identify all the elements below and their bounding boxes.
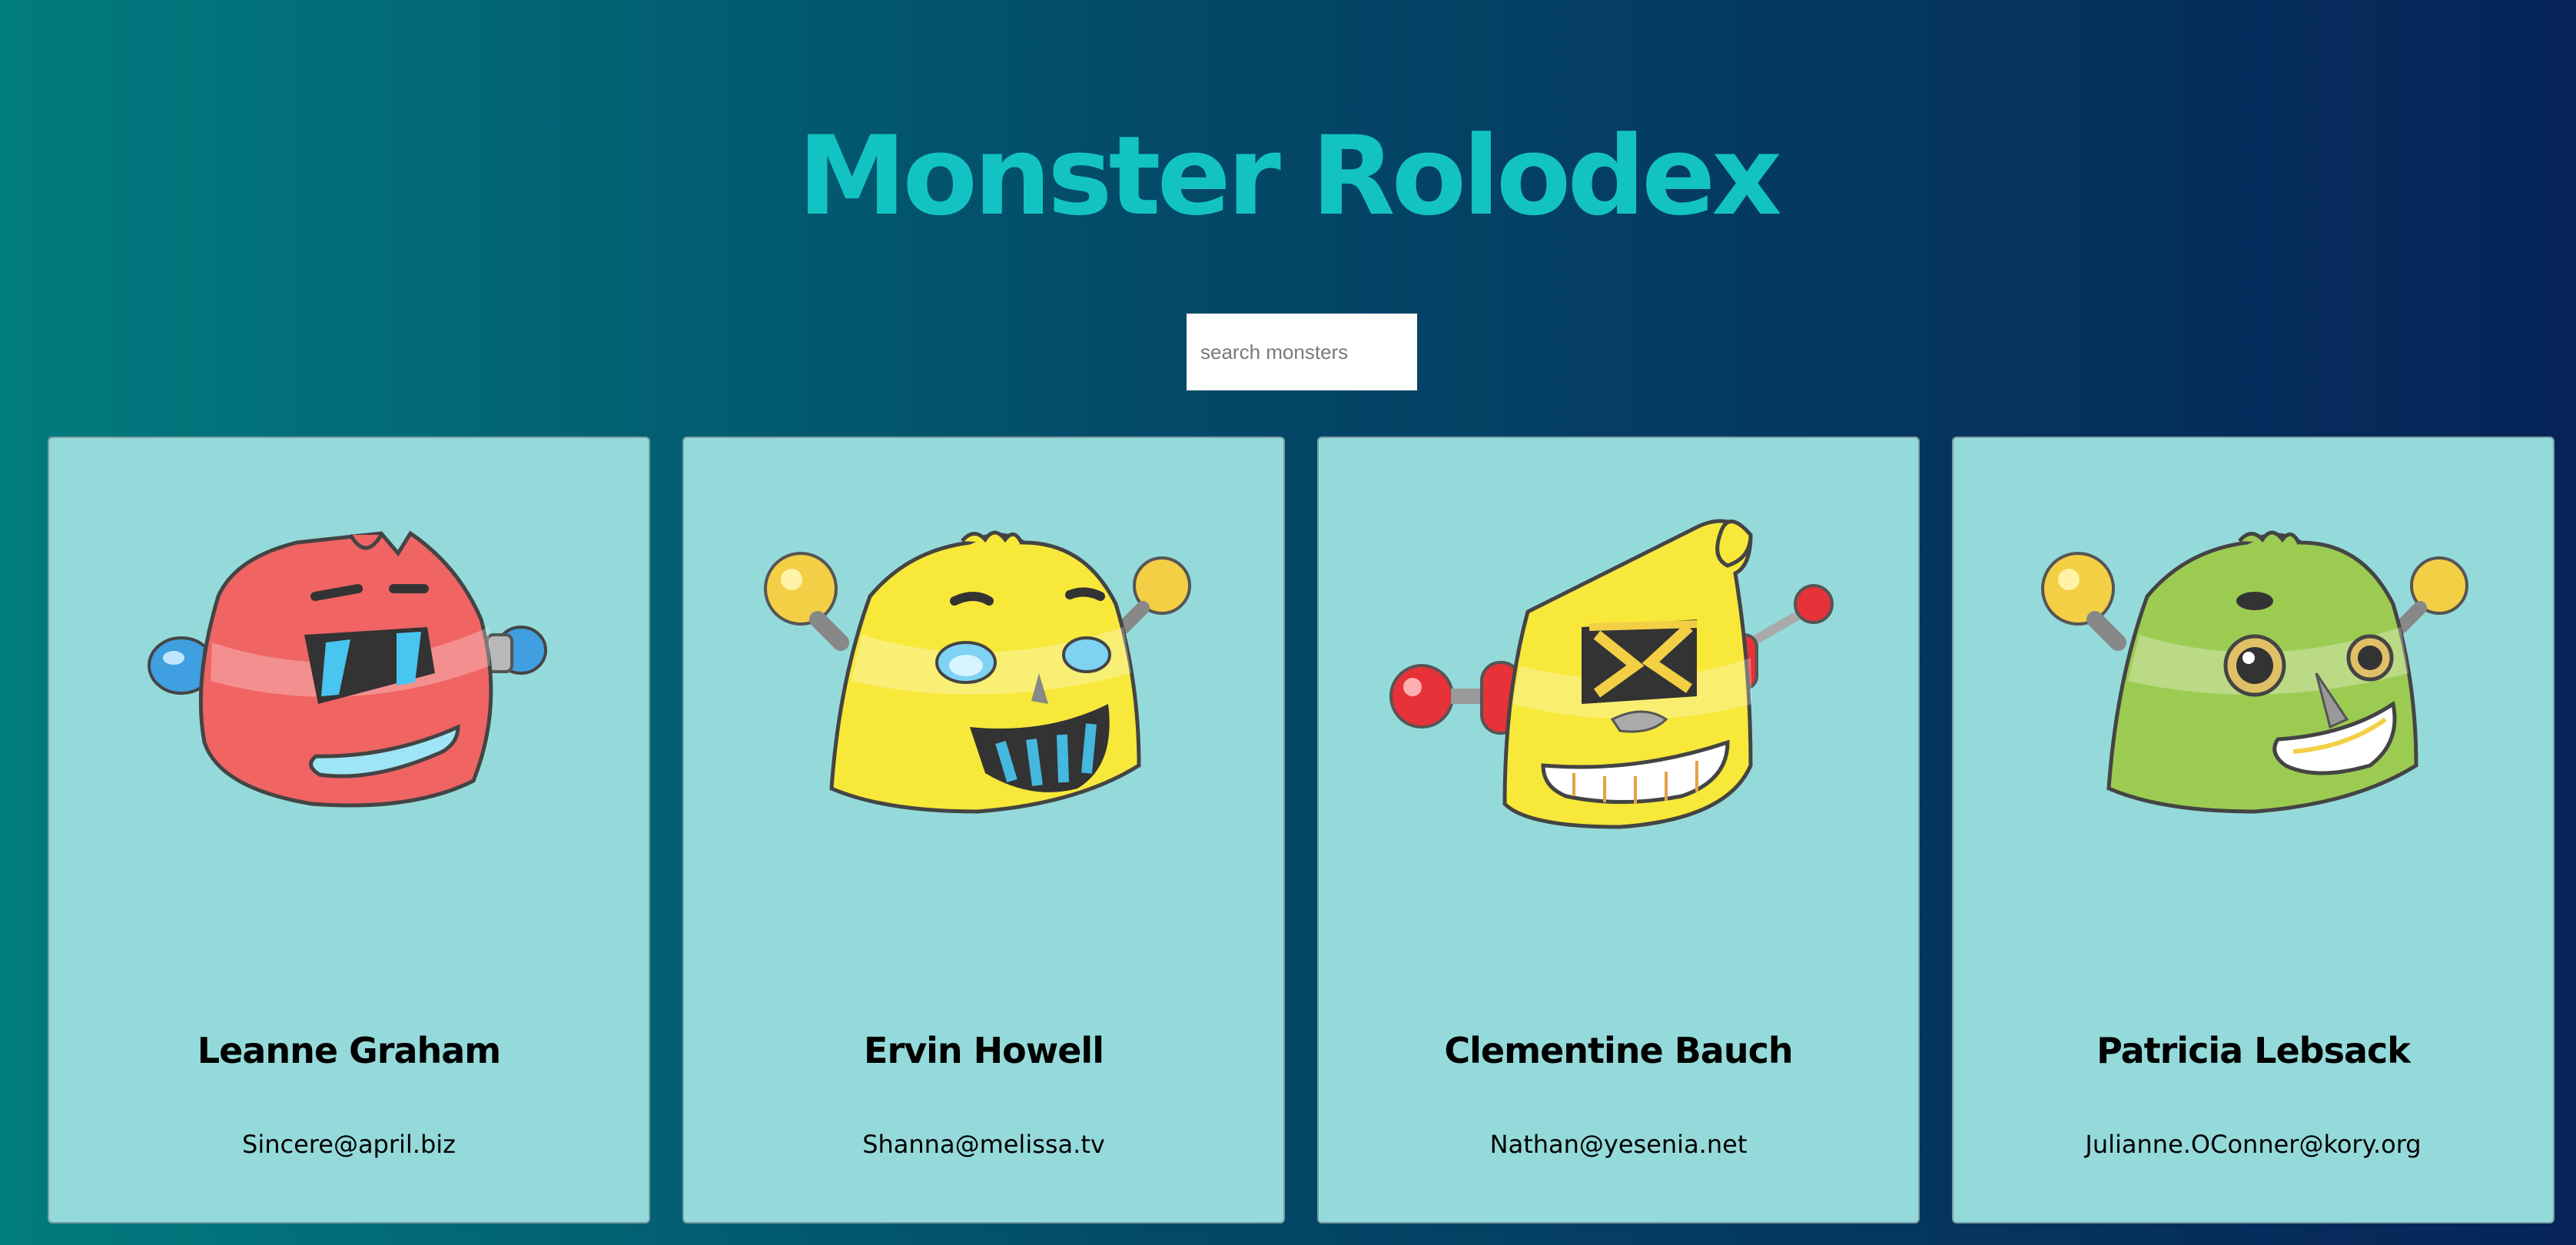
yellow-robot-monster-avatar: [764, 530, 1191, 814]
monster-email: Julianne.OConner@kory.org: [2085, 1130, 2422, 1159]
monster-email: Shanna@melissa.tv: [862, 1130, 1105, 1159]
monster-name: Clementine Bauch: [1444, 1030, 1793, 1071]
monster-name: Patricia Lebsack: [2096, 1030, 2411, 1071]
monster-card[interactable]: Leanne Graham Sincere@april.biz: [48, 437, 650, 1223]
red-robot-monster-avatar: [148, 530, 547, 808]
monster-name: Leanne Graham: [197, 1030, 501, 1071]
monster-card[interactable]: Clementine Bauch Nathan@yesenia.net: [1317, 437, 1920, 1223]
monster-name: Ervin Howell: [864, 1030, 1104, 1071]
green-robot-monster-avatar: [2041, 530, 2468, 814]
search-input[interactable]: [1187, 314, 1417, 390]
monster-card[interactable]: Patricia Lebsack Julianne.OConner@kory.o…: [1952, 437, 2554, 1223]
yellow-robot-monster-avatar: [1389, 519, 1834, 829]
page-title: Monster Rolodex: [798, 113, 1782, 240]
monster-email: Sincere@april.biz: [242, 1130, 456, 1159]
card-list: Leanne Graham Sincere@april.biz Ervin Ho…: [48, 437, 2554, 1223]
monster-email: Nathan@yesenia.net: [1489, 1130, 1748, 1159]
monster-card[interactable]: Ervin Howell Shanna@melissa.tv: [682, 437, 1285, 1223]
